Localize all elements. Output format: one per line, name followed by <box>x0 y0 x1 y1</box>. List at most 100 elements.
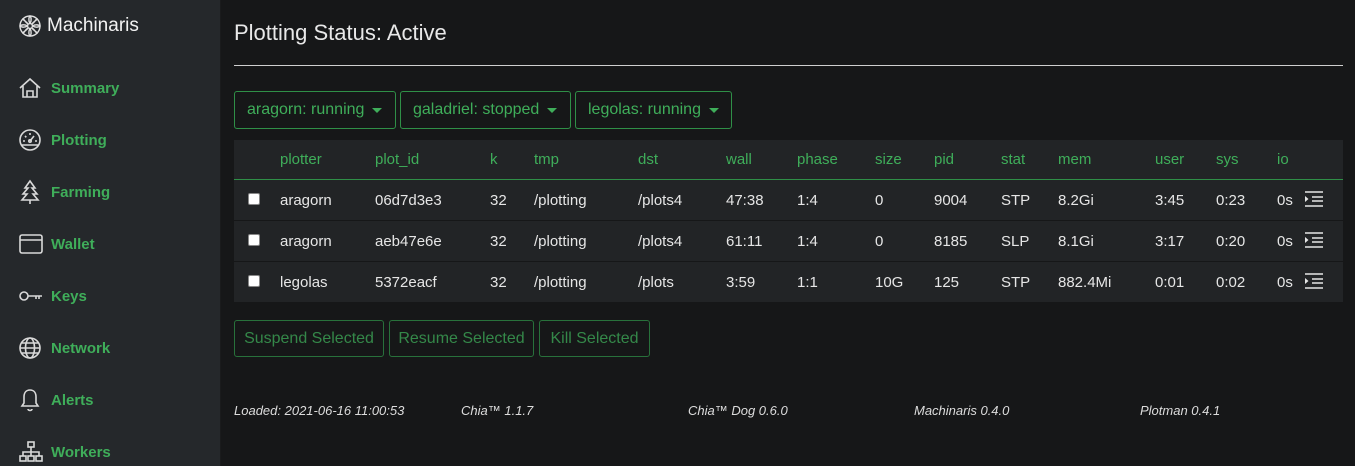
cell-wall: 47:38 <box>726 192 764 209</box>
resume-selected-button[interactable]: Resume Selected <box>389 320 534 357</box>
suspend-selected-button[interactable]: Suspend Selected <box>234 320 384 357</box>
cell-sys: 0:23 <box>1216 192 1246 209</box>
cell-size: 0 <box>875 233 884 250</box>
sidebar-item-label: Wallet <box>51 235 95 253</box>
sidebar-item-label: Alerts <box>51 391 94 409</box>
cell-tmp: /plotting <box>534 233 587 250</box>
column-header-wall[interactable]: wall <box>726 151 752 168</box>
cell-user: 3:45 <box>1155 192 1185 209</box>
cell-k: 32 <box>490 233 507 250</box>
cell-io: 0s <box>1277 274 1293 291</box>
table-row: legolas 5372eacf 32 /plotting /plots 3:5… <box>234 262 1343 303</box>
cell-sys: 0:02 <box>1216 274 1246 291</box>
table-header: plotter plot_id k tmp dst wall phase siz… <box>234 140 1343 180</box>
diagram-icon <box>18 439 46 465</box>
column-header-phase[interactable]: phase <box>797 151 838 168</box>
sidebar-item-wallet[interactable]: Wallet <box>18 229 95 259</box>
column-header-plot-id[interactable]: plot_id <box>375 151 419 168</box>
column-header-tmp[interactable]: tmp <box>534 151 559 168</box>
cell-k: 32 <box>490 274 507 291</box>
cell-io: 0s <box>1277 233 1293 250</box>
cell-io: 0s <box>1277 192 1293 209</box>
cell-dst: /plots4 <box>638 192 683 209</box>
footer-chiadog-version: Chia™ Dog 0.6.0 <box>688 403 788 418</box>
sidebar-item-summary[interactable]: Summary <box>18 73 119 103</box>
table-row: aragorn 06d7d3e3 32 /plotting /plots4 47… <box>234 180 1343 221</box>
cell-mem: 8.1Gi <box>1058 233 1094 250</box>
sidebar-item-label: Workers <box>51 443 111 461</box>
log-view-icon[interactable] <box>1304 190 1324 208</box>
cell-mem: 8.2Gi <box>1058 192 1094 209</box>
sidebar-item-label: Plotting <box>51 131 107 149</box>
worker-dropdown-aragorn[interactable]: aragorn: running <box>234 91 396 129</box>
table-row: aragorn aeb47e6e 32 /plotting /plots4 61… <box>234 221 1343 262</box>
main-content: Plotting Status: Active aragorn: running… <box>234 0 1343 466</box>
sidebar-item-workers[interactable]: Workers <box>18 437 111 466</box>
sidebar-item-label: Keys <box>51 287 87 305</box>
cell-plotter: legolas <box>280 274 328 291</box>
column-header-io[interactable]: io <box>1277 151 1289 168</box>
machinaris-logo-icon <box>19 15 41 37</box>
page-title: Plotting Status: Active <box>234 20 447 45</box>
sidebar-item-keys[interactable]: Keys <box>18 281 87 311</box>
cell-pid: 125 <box>934 274 960 291</box>
cell-phase: 1:1 <box>797 274 818 291</box>
cell-mem: 882.4Mi <box>1058 274 1112 291</box>
column-header-user[interactable]: user <box>1155 151 1184 168</box>
title-divider <box>234 65 1343 66</box>
footer-machinaris-version: Machinaris 0.4.0 <box>914 403 1010 418</box>
dropdown-label: aragorn: running <box>247 101 365 118</box>
row-select-checkbox[interactable] <box>248 193 260 205</box>
column-header-plotter[interactable]: plotter <box>280 151 322 168</box>
column-header-sys[interactable]: sys <box>1216 151 1239 168</box>
row-select-checkbox[interactable] <box>248 234 260 246</box>
column-header-mem[interactable]: mem <box>1058 151 1091 168</box>
row-select-checkbox[interactable] <box>248 275 260 287</box>
sidebar-item-label: Summary <box>51 79 120 97</box>
app-name: Machinaris <box>47 15 139 36</box>
worker-dropdown-legolas[interactable]: legolas: running <box>575 91 732 129</box>
sidebar-item-alerts[interactable]: Alerts <box>18 385 94 415</box>
house-icon <box>18 75 46 101</box>
sidebar-item-plotting[interactable]: Plotting <box>18 125 107 155</box>
cell-plotter: aragorn <box>280 192 332 209</box>
cell-tmp: /plotting <box>534 192 587 209</box>
column-header-size[interactable]: size <box>875 151 902 168</box>
column-header-dst[interactable]: dst <box>638 151 658 168</box>
column-header-pid[interactable]: pid <box>934 151 954 168</box>
cell-plotter: aragorn <box>280 233 332 250</box>
sidebar-item-network[interactable]: Network <box>18 333 110 363</box>
cell-dst: /plots4 <box>638 233 683 250</box>
speedometer-icon <box>18 127 46 153</box>
sidebar-item-label: Network <box>51 339 111 357</box>
kill-selected-button[interactable]: Kill Selected <box>539 320 650 357</box>
footer-chia-version: Chia™ 1.1.7 <box>461 403 534 418</box>
caret-down-icon <box>547 107 558 113</box>
footer-loaded: Loaded: 2021-06-16 11:00:53 <box>234 403 405 418</box>
caret-down-icon <box>708 107 719 113</box>
cell-user: 3:17 <box>1155 233 1185 250</box>
tree-icon <box>18 179 46 205</box>
key-icon <box>18 283 46 309</box>
dropdown-label: galadriel: stopped <box>413 101 540 118</box>
cell-sys: 0:20 <box>1216 233 1246 250</box>
cell-k: 32 <box>490 192 507 209</box>
brand[interactable]: Machinaris <box>18 12 139 40</box>
dropdown-label: legolas: running <box>588 101 701 118</box>
sidebar-item-farming[interactable]: Farming <box>18 177 110 207</box>
cell-plot-id: 5372eacf <box>375 274 437 291</box>
worker-dropdown-galadriel[interactable]: galadriel: stopped <box>400 91 571 129</box>
cell-stat: STP <box>1001 274 1031 291</box>
log-view-icon[interactable] <box>1304 272 1324 290</box>
cell-plot-id: aeb47e6e <box>375 233 442 250</box>
cell-pid: 9004 <box>934 192 968 209</box>
cell-phase: 1:4 <box>797 233 818 250</box>
cell-phase: 1:4 <box>797 192 818 209</box>
cell-wall: 3:59 <box>726 274 756 291</box>
cell-wall: 61:11 <box>726 233 763 250</box>
cell-plot-id: 06d7d3e3 <box>375 192 442 209</box>
column-header-k[interactable]: k <box>490 151 498 168</box>
sidebar-item-label: Farming <box>51 183 111 201</box>
log-view-icon[interactable] <box>1304 231 1324 249</box>
column-header-stat[interactable]: stat <box>1001 151 1025 168</box>
